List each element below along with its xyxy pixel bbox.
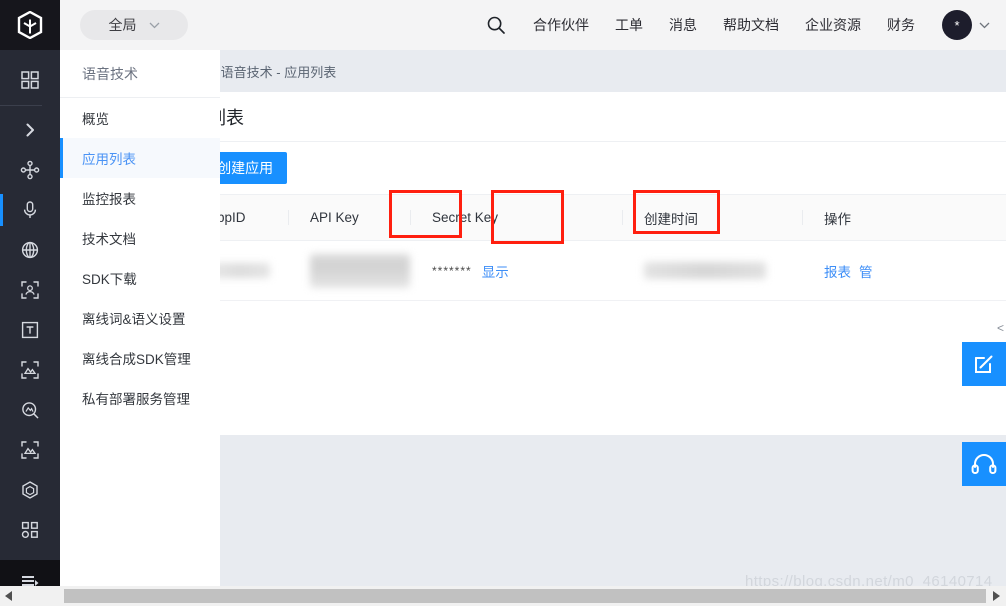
panel-collapse-handle[interactable]: < — [997, 322, 1004, 334]
rail-item-voice[interactable] — [0, 190, 60, 230]
rail-item-face[interactable] — [0, 270, 60, 310]
globe-grid-icon — [20, 240, 40, 260]
rail-item-image-search[interactable] — [0, 390, 60, 430]
scrollbar-thumb[interactable] — [64, 589, 986, 603]
search-icon — [486, 15, 506, 35]
grid-apps-icon — [20, 70, 40, 90]
chevron-right-icon — [22, 122, 38, 138]
nav-link-enterprise-resources[interactable]: 企业资源 — [792, 0, 874, 50]
sidebar-item-overview[interactable]: 概览 — [60, 98, 220, 138]
nav-link-messages[interactable]: 消息 — [656, 0, 710, 50]
customer-service-button[interactable] — [962, 442, 1006, 486]
chevron-down-icon — [979, 22, 990, 29]
hexagon-ar-icon — [20, 480, 40, 500]
chevron-down-icon — [149, 22, 160, 29]
brand-logo[interactable] — [0, 0, 60, 50]
breadcrumb-current: 语音技术 - 应用列表 — [221, 62, 337, 81]
edit-square-icon — [972, 352, 996, 376]
feedback-button[interactable] — [962, 342, 1006, 386]
nodes-ai-icon — [20, 160, 40, 180]
sidebar-item-private-deployment[interactable]: 私有部署服务管理 — [60, 378, 220, 418]
rail-divider — [0, 105, 42, 106]
search-button[interactable] — [472, 0, 520, 50]
sidebar-item-label: SDK下载 — [82, 268, 137, 288]
nav-link-finance[interactable]: 财务 — [874, 0, 928, 50]
sidebar-item-label: 监控报表 — [82, 188, 136, 208]
rail-item-nlp[interactable] — [0, 230, 60, 270]
redacted-value — [310, 254, 410, 288]
sidebar-section-title: 语音技术 — [60, 50, 220, 98]
sidebar-item-offline-tts-sdk[interactable]: 离线合成SDK管理 — [60, 338, 220, 378]
scope-selector-label: 全局 — [109, 15, 137, 35]
user-menu[interactable]: * — [928, 10, 996, 40]
sidebar-item-tech-docs[interactable]: 技术文档 — [60, 218, 220, 258]
show-secret-link[interactable]: 显示 — [482, 261, 509, 281]
rail-item-more[interactable] — [0, 510, 60, 550]
rail-item-image-recognition[interactable] — [0, 350, 60, 390]
cell-secret-key: ******* 显示 — [410, 241, 622, 300]
scroll-left-arrow[interactable] — [0, 586, 18, 606]
rail-item-ocr[interactable] — [0, 310, 60, 350]
scroll-right-arrow[interactable] — [988, 586, 1004, 606]
cell-create-time — [622, 241, 802, 300]
secret-key-masked: ******* — [432, 264, 472, 278]
manage-link[interactable]: 管 — [859, 261, 873, 281]
redacted-value — [644, 262, 766, 279]
sidebar-item-monitoring-report[interactable]: 监控报表 — [60, 178, 220, 218]
column-header-secret-key: Secret Key — [410, 195, 622, 240]
triangle-right-icon — [992, 591, 1000, 601]
sidebar-item-label: 离线合成SDK管理 — [82, 348, 191, 368]
top-header-bar: 全局 合作伙伴 工单 消息 帮助文档 企业资源 财务 * — [0, 0, 1006, 50]
avatar: * — [942, 10, 972, 40]
nav-link-tickets[interactable]: 工单 — [602, 0, 656, 50]
rail-item-video[interactable] — [0, 430, 60, 470]
image-scan-icon — [20, 360, 40, 380]
column-header-operations: 操作 — [802, 195, 926, 240]
face-scan-icon — [20, 280, 40, 300]
sidebar-item-label: 应用列表 — [82, 148, 136, 168]
sidebar-bottom-filler — [60, 568, 220, 586]
left-icon-rail — [0, 50, 60, 606]
nav-link-help-docs[interactable]: 帮助文档 — [710, 0, 792, 50]
create-app-button-label: 创建应用 — [217, 158, 273, 178]
scope-selector[interactable]: 全局 — [80, 10, 188, 40]
sidebar-item-app-list[interactable]: 应用列表 — [60, 138, 220, 178]
triangle-left-icon — [5, 591, 13, 601]
sidebar-item-offline-words[interactable]: 离线词&语义设置 — [60, 298, 220, 338]
cube-logo-icon — [17, 11, 43, 39]
headset-icon — [971, 453, 997, 475]
column-header-create-time: 创建时间 — [622, 195, 802, 240]
microphone-icon — [20, 200, 40, 220]
report-link[interactable]: 报表 — [824, 261, 851, 281]
nav-link-partners[interactable]: 合作伙伴 — [520, 0, 602, 50]
header-right-group: 合作伙伴 工单 消息 帮助文档 企业资源 财务 * — [472, 0, 1006, 50]
application-window: 全局 合作伙伴 工单 消息 帮助文档 企业资源 财务 * — [0, 0, 1006, 606]
sidebar-item-label: 技术文档 — [82, 228, 136, 248]
column-header-api-key: API Key — [288, 195, 410, 240]
horizontal-scrollbar[interactable] — [0, 586, 1006, 606]
sidebar-item-label: 离线词&语义设置 — [82, 308, 186, 328]
rail-item-ar[interactable] — [0, 470, 60, 510]
rail-item-ai-platform[interactable] — [0, 150, 60, 190]
text-box-icon — [20, 320, 40, 340]
sidebar-item-sdk-download[interactable]: SDK下载 — [60, 258, 220, 298]
cell-operations: 报表 管 — [802, 241, 926, 300]
sidebar-item-label: 概览 — [82, 108, 109, 128]
secondary-sidebar: 语音技术 概览 应用列表 监控报表 技术文档 SDK下载 离线词&语义设置 离线… — [60, 50, 220, 586]
sidebar-item-label: 私有部署服务管理 — [82, 388, 190, 408]
cell-api-key — [288, 241, 410, 300]
rail-item-apps[interactable] — [0, 60, 60, 100]
blocks-icon — [20, 520, 40, 540]
image-search-icon — [20, 400, 40, 420]
image-scan-2-icon — [20, 440, 40, 460]
rail-item-expand[interactable] — [0, 110, 60, 150]
